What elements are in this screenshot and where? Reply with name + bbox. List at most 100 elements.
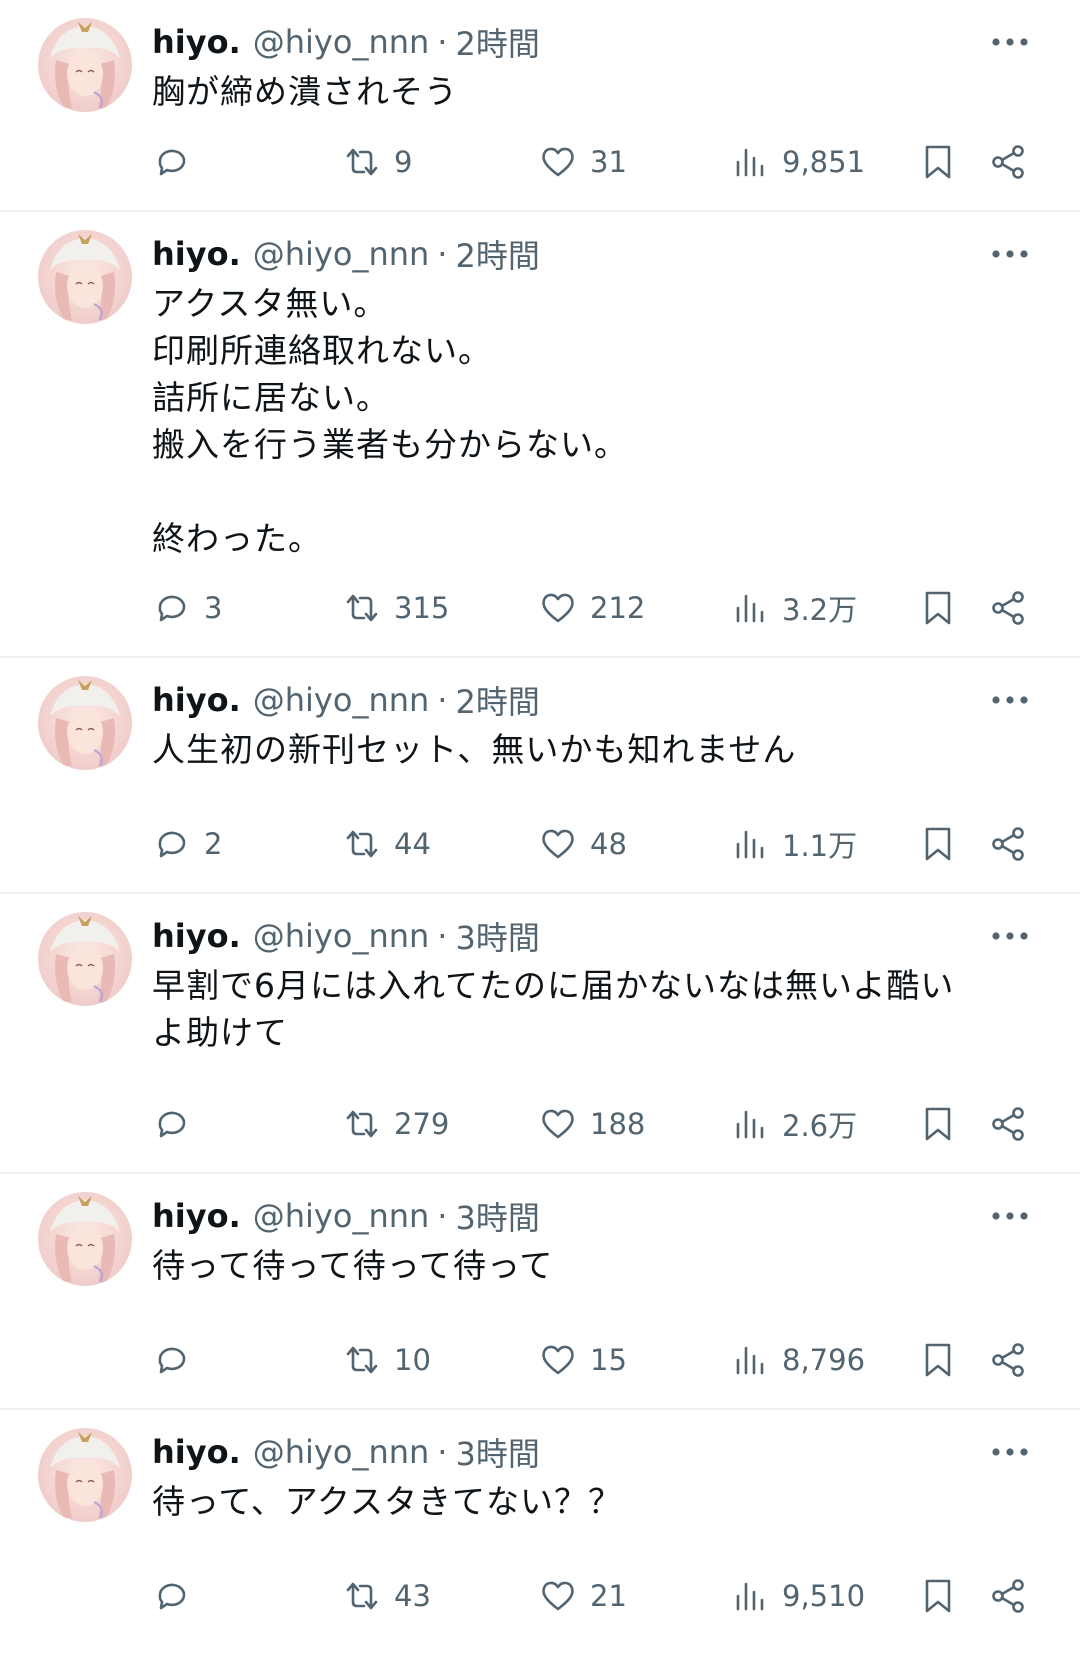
avatar[interactable] — [38, 1192, 132, 1286]
avatar[interactable] — [38, 18, 132, 112]
more-button[interactable] — [990, 916, 1030, 956]
retweet-button[interactable]: 10 — [342, 1332, 431, 1388]
like-button[interactable]: 15 — [538, 1332, 627, 1388]
avatar[interactable] — [38, 912, 132, 1006]
tweet-text: アクスタ無い。 印刷所連絡取れない。 詰所に居ない。 搬入を行う業者も分からない… — [152, 284, 628, 558]
like-count: 21 — [590, 1579, 627, 1613]
bookmark-icon — [925, 591, 951, 625]
share-icon — [992, 145, 1024, 179]
more-button[interactable] — [990, 1432, 1030, 1472]
user-handle[interactable]: @hiyo_nnn — [253, 681, 430, 719]
share-icon — [992, 1107, 1024, 1141]
views-button[interactable]: 8,796 — [730, 1332, 865, 1388]
timestamp[interactable]: 2時間 — [455, 231, 539, 277]
views-icon — [736, 1582, 764, 1611]
views-button[interactable]: 9,510 — [730, 1568, 865, 1624]
like-count: 188 — [590, 1107, 646, 1141]
display-name[interactable]: hiyo. — [152, 235, 241, 273]
heart-icon — [542, 829, 574, 859]
separator-dot: · — [437, 23, 448, 61]
share-button[interactable] — [988, 816, 1028, 872]
timestamp[interactable]: 3時間 — [455, 1193, 539, 1239]
like-button[interactable]: 21 — [538, 1568, 627, 1624]
reply-button[interactable]: 3 — [152, 580, 222, 636]
share-button[interactable] — [988, 1096, 1028, 1152]
timestamp[interactable]: 3時間 — [455, 913, 539, 959]
tweet[interactable]: hiyo. @hiyo_nnn · 2時間 アクスタ無い。 印刷所連絡取れない。… — [0, 212, 1080, 658]
like-count: 212 — [590, 591, 646, 625]
reply-button[interactable] — [152, 134, 204, 190]
heart-icon — [542, 1581, 574, 1611]
reply-button[interactable] — [152, 1332, 204, 1388]
avatar[interactable] — [38, 1428, 132, 1522]
display-name[interactable]: hiyo. — [152, 1197, 241, 1235]
views-count: 3.2万 — [782, 593, 858, 627]
action-bar: 3 315 212 3.2万 — [152, 580, 1052, 636]
retweet-button[interactable]: 279 — [342, 1096, 449, 1152]
tweet-content: hiyo. @hiyo_nnn · 2時間 人生初の新刊セット、無いかも知れませ… — [152, 676, 1060, 773]
reply-button[interactable] — [152, 1096, 204, 1152]
bookmark-button[interactable] — [918, 1332, 958, 1388]
display-name[interactable]: hiyo. — [152, 917, 241, 955]
timestamp[interactable]: 2時間 — [455, 677, 539, 723]
tweet[interactable]: hiyo. @hiyo_nnn · 3時間 早割で6月には入れてたのに届かないな… — [0, 894, 1080, 1174]
more-button[interactable] — [990, 234, 1030, 274]
retweet-button[interactable]: 44 — [342, 816, 431, 872]
like-button[interactable]: 188 — [538, 1096, 645, 1152]
retweet-button[interactable]: 9 — [342, 134, 412, 190]
tweet-content: hiyo. @hiyo_nnn · 2時間 胸が締め潰されそう — [152, 18, 1060, 115]
share-button[interactable] — [988, 1332, 1028, 1388]
avatar[interactable] — [38, 230, 132, 324]
like-button[interactable]: 31 — [538, 134, 627, 190]
timestamp[interactable]: 2時間 — [455, 19, 539, 65]
like-button[interactable]: 48 — [538, 816, 627, 872]
share-button[interactable] — [988, 580, 1028, 636]
display-name[interactable]: hiyo. — [152, 1433, 241, 1471]
bookmark-button[interactable] — [918, 816, 958, 872]
user-handle[interactable]: @hiyo_nnn — [253, 23, 430, 61]
reply-button[interactable] — [152, 1568, 204, 1624]
tweet[interactable]: hiyo. @hiyo_nnn · 2時間 胸が締め潰されそう 9 31 9,8… — [0, 0, 1080, 212]
reply-icon — [158, 1111, 186, 1138]
display-name[interactable]: hiyo. — [152, 23, 241, 61]
bookmark-button[interactable] — [918, 580, 958, 636]
bookmark-button[interactable] — [918, 1568, 958, 1624]
heart-icon — [542, 1345, 574, 1375]
action-bar: 279 188 2.6万 — [152, 1096, 1052, 1152]
retweet-button[interactable]: 315 — [342, 580, 449, 636]
retweet-icon — [346, 1582, 378, 1610]
tweet[interactable]: hiyo. @hiyo_nnn · 3時間 待って待って待って待って 10 15… — [0, 1174, 1080, 1410]
retweet-button[interactable]: 43 — [342, 1568, 431, 1624]
views-button[interactable]: 1.1万 — [730, 816, 857, 872]
share-icon — [992, 827, 1024, 861]
user-handle[interactable]: @hiyo_nnn — [253, 235, 430, 273]
views-button[interactable]: 3.2万 — [730, 580, 857, 636]
reply-button[interactable]: 2 — [152, 816, 222, 872]
views-count: 1.1万 — [782, 829, 858, 863]
display-name[interactable]: hiyo. — [152, 681, 241, 719]
more-button[interactable] — [990, 680, 1030, 720]
user-handle[interactable]: @hiyo_nnn — [253, 1433, 430, 1471]
tweet-text: 早割で6月には入れてたのに届かないなは無いよ酷い よ助けて — [152, 966, 955, 1052]
views-button[interactable]: 9,851 — [730, 134, 865, 190]
user-handle[interactable]: @hiyo_nnn — [253, 917, 430, 955]
share-button[interactable] — [988, 134, 1028, 190]
tweet[interactable]: hiyo. @hiyo_nnn · 2時間 人生初の新刊セット、無いかも知れませ… — [0, 658, 1080, 894]
more-button[interactable] — [990, 1196, 1030, 1236]
timestamp[interactable]: 3時間 — [455, 1429, 539, 1475]
user-handle[interactable]: @hiyo_nnn — [253, 1197, 430, 1235]
tweet[interactable]: hiyo. @hiyo_nnn · 3時間 待って、アクスタきてない？？ 43 — [0, 1410, 1080, 1667]
reply-icon — [158, 1583, 186, 1610]
views-count: 9,510 — [782, 1579, 866, 1613]
bookmark-button[interactable] — [918, 1096, 958, 1152]
more-button[interactable] — [990, 22, 1030, 62]
retweet-icon — [346, 1346, 378, 1374]
views-button[interactable]: 2.6万 — [730, 1096, 857, 1152]
like-button[interactable]: 212 — [538, 580, 645, 636]
share-icon — [992, 1343, 1024, 1377]
bookmark-button[interactable] — [918, 134, 958, 190]
views-count: 2.6万 — [782, 1109, 858, 1143]
share-button[interactable] — [988, 1568, 1028, 1624]
avatar[interactable] — [38, 676, 132, 770]
bookmark-icon — [925, 145, 951, 179]
